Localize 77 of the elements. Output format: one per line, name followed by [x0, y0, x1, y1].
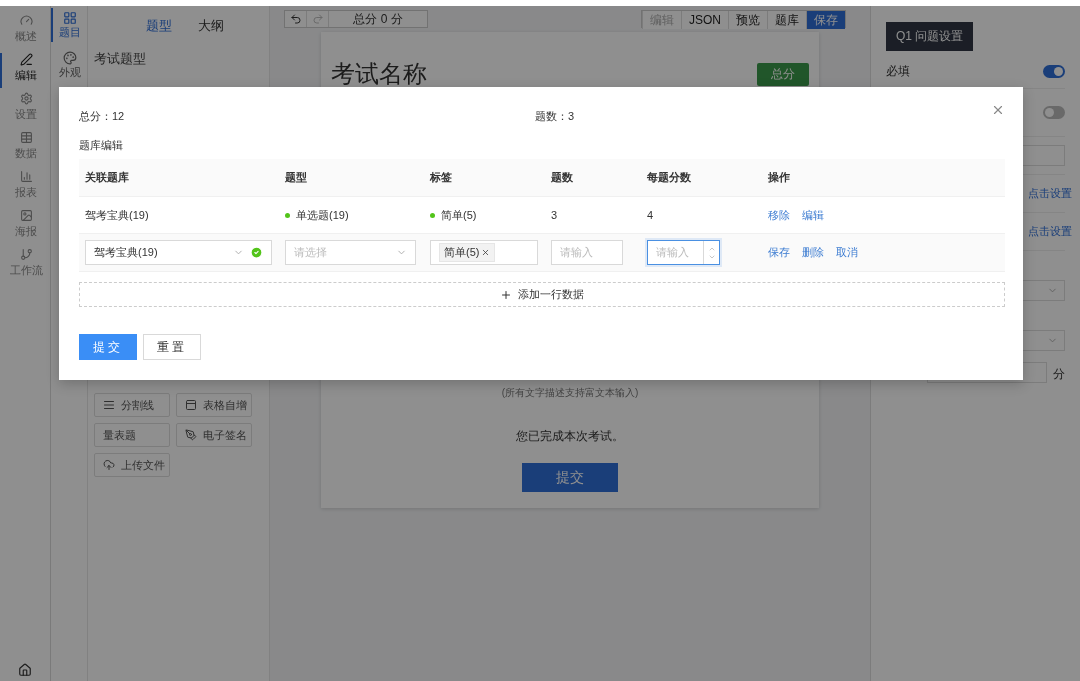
cloud-upload-icon — [103, 459, 115, 471]
reset-button[interactable]: 重置 — [143, 334, 201, 360]
toolbar-button[interactable]: 题库 — [767, 11, 806, 29]
panel-icon — [185, 399, 197, 411]
pen-icon — [185, 429, 197, 441]
type-text: 单选题(19) — [296, 207, 349, 223]
image-icon — [19, 209, 33, 222]
action-link[interactable]: 取消 — [836, 245, 858, 260]
question-type-button[interactable]: 量表题 — [94, 423, 170, 447]
total-score: 总分：12 — [79, 108, 126, 124]
exam-title: 考试名称 — [331, 59, 427, 89]
column-header: 标签 — [429, 170, 453, 185]
table-cell-text: 3 — [550, 209, 559, 221]
unit-label: 分 — [1053, 366, 1065, 383]
nav-item[interactable]: 数据 — [0, 131, 50, 166]
close-icon[interactable] — [991, 103, 1005, 117]
settings-icon — [19, 92, 33, 105]
tab[interactable]: 题型 — [146, 17, 172, 35]
status-dot — [285, 212, 290, 218]
question-type-button[interactable]: 分割线 — [94, 393, 170, 417]
tag-text: 简单(5) — [441, 207, 477, 223]
submit-button[interactable]: 提交 — [522, 463, 618, 492]
close-icon[interactable] — [481, 248, 491, 257]
branch-icon — [19, 248, 33, 261]
toggle-switch[interactable] — [1043, 106, 1065, 119]
question-type-button[interactable]: 电子签名 — [176, 423, 252, 447]
plus-icon — [500, 288, 512, 301]
action-link[interactable]: 移除 — [768, 207, 790, 223]
tab[interactable]: 大纲 — [198, 17, 224, 35]
toggle-switch[interactable] — [1043, 65, 1065, 78]
gauge-icon — [19, 14, 33, 27]
section-title: 题库编辑 — [79, 138, 124, 153]
settings-link[interactable]: 点击设置 — [1028, 186, 1072, 201]
palette-icon — [63, 50, 77, 65]
table-icon — [19, 131, 33, 144]
total-score: 总分 0 分 — [352, 11, 404, 27]
rich-text-note: (所有文字描述支持富文本输入) — [501, 386, 639, 400]
action-link[interactable]: 删除 — [802, 245, 824, 260]
tag-select-field[interactable]: 简单(5) — [430, 240, 538, 265]
nav-item[interactable]: 海报 — [0, 209, 50, 244]
submit-button[interactable]: 提交 — [79, 334, 137, 360]
nav-item[interactable]: 报表 — [0, 170, 50, 205]
nav-item[interactable]: 概述 — [0, 14, 50, 49]
status-dot — [430, 212, 435, 218]
select-field[interactable]: 驾考宝典(19) — [85, 240, 272, 265]
table-cell-text: 4 — [646, 209, 655, 221]
add-row-button[interactable]: 添加一行数据 — [79, 282, 1005, 307]
question-settings-heading: Q1 问题设置 — [886, 22, 974, 51]
action-link[interactable]: 编辑 — [802, 207, 824, 223]
table-cell-text: 驾考宝典(19) — [84, 207, 150, 223]
setting-label: 必填 — [886, 63, 910, 80]
column-header: 关联题库 — [84, 170, 130, 185]
toolbar-button[interactable]: 预览 — [728, 11, 767, 29]
sub-nav-item[interactable]: 题目 — [51, 8, 87, 42]
sub-nav-item[interactable]: 外观 — [51, 48, 87, 82]
question-count: 题数：3 — [535, 108, 576, 124]
nav-item[interactable]: 编辑 — [0, 53, 50, 88]
column-header: 题数 — [550, 170, 574, 185]
column-header: 每题分数 — [646, 170, 692, 185]
section-title: 考试题型 — [94, 50, 147, 68]
settings-link[interactable]: 点击设置 — [1028, 224, 1072, 239]
grid-icon — [63, 10, 77, 25]
nav-item[interactable]: 设置 — [0, 92, 50, 127]
bar-chart-icon — [19, 170, 33, 183]
home-icon[interactable] — [18, 663, 32, 677]
toolbar-button[interactable]: JSON — [681, 11, 728, 29]
column-header: 操作 — [767, 170, 791, 185]
pen-icon — [19, 53, 33, 66]
column-header: 题型 — [284, 170, 308, 185]
question-type-button[interactable]: 上传文件 — [94, 453, 170, 477]
end-message: 您已完成本次考试。 — [516, 428, 624, 445]
toolbar-button[interactable]: 保存 — [806, 11, 845, 29]
action-link[interactable]: 保存 — [768, 245, 790, 260]
tag: 简单(5) — [439, 243, 496, 262]
score-badge: 总分 — [757, 62, 809, 86]
question-type-button[interactable]: 表格自增 — [176, 393, 252, 417]
lines-icon — [103, 399, 115, 411]
